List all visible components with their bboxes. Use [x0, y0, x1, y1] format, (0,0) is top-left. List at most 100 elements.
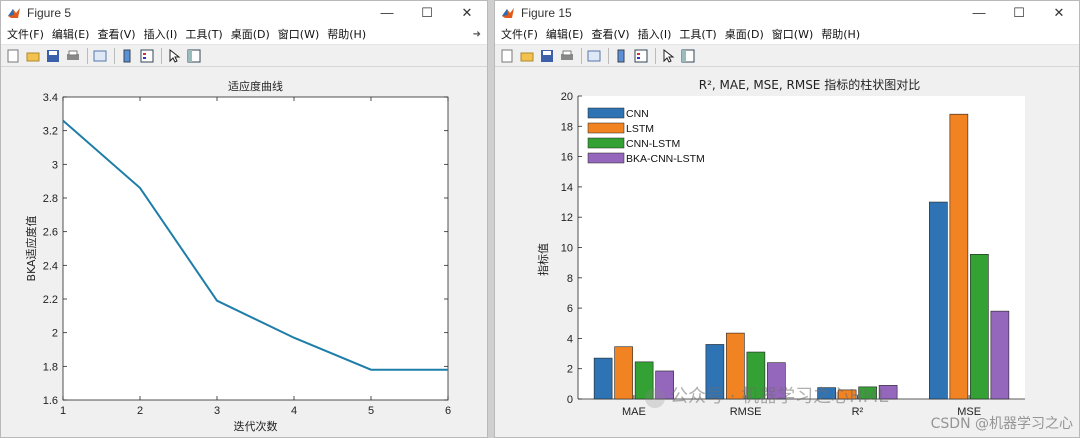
toolbar-separator — [114, 47, 115, 64]
x-tick-label: 3 — [214, 405, 220, 417]
menu-tools[interactable]: 工具(T) — [675, 26, 720, 42]
menu-file[interactable]: 文件(F) — [497, 26, 542, 42]
colorbar-icon[interactable] — [118, 47, 135, 64]
edit-plot-arrow-icon[interactable] — [659, 47, 676, 64]
x-tick-label: 2 — [137, 405, 143, 417]
y-tick-label: 8 — [567, 273, 573, 285]
new-figure-icon[interactable] — [4, 47, 21, 64]
figure-5-window: Figure 5 — ☐ ✕ 文件(F) 编辑(E) 查看(V) 插入(I) 工… — [0, 0, 488, 438]
wechat-icon — [645, 388, 665, 408]
y-tick-label: 1.8 — [43, 361, 58, 373]
legend-label: LSTM — [626, 123, 654, 135]
legend-icon[interactable] — [138, 47, 155, 64]
y-tick-label: 10 — [561, 243, 573, 255]
menu-insert[interactable]: 插入(I) — [634, 26, 676, 42]
menu-insert[interactable]: 插入(I) — [140, 26, 182, 42]
menu-help[interactable]: 帮助(H) — [817, 26, 864, 42]
legend-swatch-lstm — [587, 122, 625, 134]
legend-label: BKA-CNN-LSTM — [626, 153, 705, 165]
y-tick-label: 6 — [567, 303, 573, 315]
legend-swatch-cnn — [587, 107, 625, 119]
link-plot-icon[interactable] — [585, 47, 602, 64]
maximize-button[interactable]: ☐ — [999, 1, 1039, 24]
maximize-button[interactable]: ☐ — [407, 1, 447, 24]
toolbar-separator — [608, 47, 609, 64]
property-inspector-icon[interactable] — [185, 47, 202, 64]
fitness-curve-chart: 适应度曲线 1.6 1.8 2 2.2 2.4 2.6 2.8 3 3.2 3.4 1 2 3 4 5 6 迭代次… — [24, 79, 451, 433]
menu-help[interactable]: 帮助(H) — [323, 26, 370, 42]
y-tick-label: 0 — [567, 394, 573, 406]
menu-bar: 文件(F) 编辑(E) 查看(V) 插入(I) 工具(T) 桌面(D) 窗口(W… — [495, 24, 1079, 45]
legend-label: CNN — [626, 108, 649, 120]
toolbar — [1, 45, 487, 67]
menu-tools[interactable]: 工具(T) — [181, 26, 226, 42]
x-tick-label: 1 — [60, 405, 66, 417]
new-figure-icon[interactable] — [498, 47, 515, 64]
y-tick-label: 20 — [561, 91, 573, 103]
menu-window[interactable]: 窗口(W) — [768, 26, 817, 42]
y-tick-label: 2 — [52, 328, 58, 340]
chart-title: R², MAE, MSE, RMSE 指标的柱状图对比 — [699, 77, 920, 92]
toolbar-separator — [655, 47, 656, 64]
bar-cnn-mse — [929, 201, 948, 400]
chart-title: 适应度曲线 — [228, 79, 283, 93]
y-tick-label: 3.4 — [43, 92, 58, 104]
open-file-icon[interactable] — [24, 47, 41, 64]
y-tick-label: 2.2 — [43, 294, 58, 306]
toolbar-separator — [87, 47, 88, 64]
bar-cnn-mae — [593, 357, 613, 400]
menu-desktop[interactable]: 桌面(D) — [721, 26, 768, 42]
x-tick-label: 4 — [291, 405, 297, 417]
bar-lstm-mae — [614, 346, 633, 400]
y-tick-label: 3.2 — [43, 126, 58, 138]
y-axis-label: 指标值 — [536, 243, 550, 276]
print-icon[interactable] — [64, 47, 81, 64]
title-bar[interactable]: Figure 5 — ☐ ✕ — [1, 1, 487, 24]
legend-label: CNN-LSTM — [626, 138, 680, 150]
menu-view[interactable]: 查看(V) — [93, 26, 139, 42]
figure-canvas: R², MAE, MSE, RMSE 指标的柱状图对比 0 2 4 6 8 10 12 14 16… — [495, 68, 1079, 437]
menu-view[interactable]: 查看(V) — [587, 26, 633, 42]
toolbar-separator — [161, 47, 162, 64]
y-axis-label: BKA适应度值 — [24, 215, 38, 281]
y-tick-label: 2 — [567, 364, 573, 376]
toolbar-separator — [581, 47, 582, 64]
open-file-icon[interactable] — [518, 47, 535, 64]
y-tick-label: 14 — [561, 182, 573, 194]
colorbar-icon[interactable] — [612, 47, 629, 64]
close-button[interactable]: ✕ — [447, 1, 487, 24]
save-icon[interactable] — [538, 47, 555, 64]
y-tick-label: 12 — [561, 212, 573, 224]
figure-canvas: 适应度曲线 1.6 1.8 2 2.2 2.4 2.6 2.8 3 3.2 3.4 1 2 3 4 5 6 迭代次… — [1, 68, 487, 437]
save-icon[interactable] — [44, 47, 61, 64]
bar-bka-cnn-lstm-mse — [990, 310, 1010, 400]
legend-swatch-bka-cnn-lstm — [587, 152, 625, 164]
minimize-button[interactable]: — — [959, 1, 999, 24]
window-title: Figure 15 — [521, 5, 572, 20]
x-tick-label: MAE — [622, 406, 646, 418]
edit-plot-arrow-icon[interactable] — [165, 47, 182, 64]
print-icon[interactable] — [558, 47, 575, 64]
bar-cnn-lstm-mse — [970, 254, 989, 400]
x-tick-label: RMSE — [730, 406, 762, 418]
menu-file[interactable]: 文件(F) — [3, 26, 48, 42]
toolbar — [495, 45, 1079, 67]
x-axis-label: 迭代次数 — [234, 419, 278, 433]
menu-edit[interactable]: 编辑(E) — [542, 26, 588, 42]
menu-desktop[interactable]: 桌面(D) — [227, 26, 274, 42]
y-tick-label: 1.6 — [43, 395, 58, 407]
menu-overflow-arrow-icon[interactable]: ➜ — [473, 29, 481, 40]
menu-bar: 文件(F) 编辑(E) 查看(V) 插入(I) 工具(T) 桌面(D) 窗口(W… — [1, 24, 487, 45]
menu-edit[interactable]: 编辑(E) — [48, 26, 94, 42]
minimize-button[interactable]: — — [367, 1, 407, 24]
watermark-text: 公众号 · 机器学习之心HML — [670, 386, 888, 407]
title-bar[interactable]: Figure 15 — ☐ ✕ — [495, 1, 1079, 24]
y-tick-label: 4 — [567, 333, 573, 345]
x-tick-label: 6 — [445, 405, 451, 417]
property-inspector-icon[interactable] — [679, 47, 696, 64]
legend-icon[interactable] — [632, 47, 649, 64]
close-button[interactable]: ✕ — [1039, 1, 1079, 24]
link-plot-icon[interactable] — [91, 47, 108, 64]
metrics-bar-chart: R², MAE, MSE, RMSE 指标的柱状图对比 0 2 4 6 8 10 12 14 16… — [536, 77, 1073, 432]
menu-window[interactable]: 窗口(W) — [274, 26, 323, 42]
